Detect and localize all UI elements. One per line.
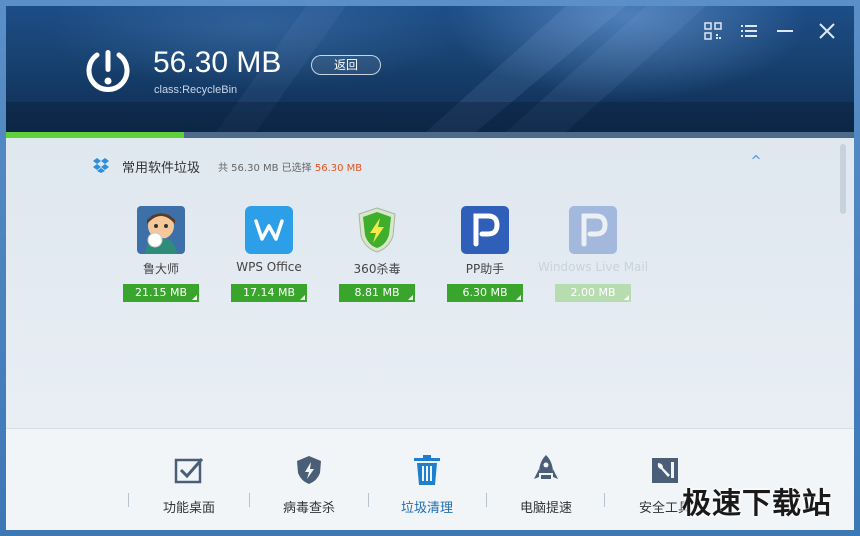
nav-separator	[604, 493, 605, 507]
nav-junk-clean[interactable]: 垃圾清理	[368, 453, 486, 523]
category-selected-size: 56.30 MB	[314, 163, 363, 174]
app-item-windows-live-mail[interactable]: Windows Live Mail 2.00 MB	[538, 206, 648, 310]
app-size-badge[interactable]: 2.00 MB	[555, 284, 631, 302]
nav-function-desktop[interactable]: 功能桌面	[130, 453, 248, 523]
app-name: 360杀毒	[353, 262, 401, 276]
app-name: Windows Live Mail	[538, 260, 649, 274]
app-size-badge[interactable]: 17.14 MB	[231, 284, 307, 302]
menu-icon[interactable]	[738, 20, 760, 42]
minimize-icon[interactable]	[774, 20, 796, 42]
tools-icon	[652, 458, 678, 483]
header-banner: 56.30 MB 返回 class:RecycleBin	[6, 6, 854, 132]
category-total: 共 56.30 MB 已选择	[218, 163, 312, 174]
qr-code-icon[interactable]	[702, 20, 724, 42]
checkbox-icon	[174, 458, 204, 484]
360-antivirus-shield-icon	[358, 207, 396, 253]
nav-label: 功能桌面	[162, 501, 215, 516]
nav-separator	[128, 493, 129, 507]
site-watermark: 极速下载站	[682, 486, 833, 520]
shield-icon	[297, 456, 321, 484]
collapse-chevron-icon[interactable]: ^	[748, 154, 764, 170]
app-size-badge[interactable]: 21.15 MB	[123, 284, 199, 302]
app-size-badge[interactable]: 8.81 MB	[339, 284, 415, 302]
nav-label: 垃圾清理	[400, 501, 453, 516]
power-icon	[86, 50, 130, 92]
nav-virus-scan[interactable]: 病毒查杀	[250, 453, 368, 523]
app-name: PP助手	[465, 262, 505, 276]
app-item-pp-assistant[interactable]: PP助手 6.30 MB	[430, 206, 540, 310]
ludashi-icon	[137, 206, 185, 254]
pp-assistant-icon	[461, 206, 509, 254]
app-name: 鲁大师	[142, 262, 179, 276]
back-button[interactable]: 返回	[311, 55, 381, 75]
nav-pc-speedup[interactable]: 电脑提速	[487, 453, 605, 523]
junk-list-panel: 常用软件垃圾 共 56.30 MB 已选择 56.30 MB ^ 鲁大师 21.…	[6, 138, 854, 428]
trash-icon	[414, 455, 440, 485]
app-item-wps-office[interactable]: WPS Office 17.14 MB	[214, 206, 324, 310]
wps-office-icon	[245, 206, 293, 254]
class-label: class:RecycleBin	[154, 84, 238, 96]
dropbox-icon	[93, 158, 109, 173]
nav-label: 电脑提速	[519, 501, 572, 516]
app-item-ludashi[interactable]: 鲁大师 21.15 MB	[106, 206, 216, 310]
app-size-badge[interactable]: 6.30 MB	[447, 284, 523, 302]
windows-live-mail-icon	[569, 206, 617, 254]
category-title: 常用软件垃圾	[122, 161, 201, 176]
close-icon[interactable]	[816, 20, 838, 42]
rocket-icon	[534, 455, 558, 479]
app-name: WPS Office	[236, 260, 302, 274]
scrollbar-thumb[interactable]	[840, 144, 846, 214]
junk-size-total: 56.30 MB	[153, 46, 282, 79]
app-window: 56.30 MB 返回 class:RecycleBin 常用软件垃圾 共 56…	[6, 6, 854, 530]
nav-label: 病毒查杀	[282, 501, 335, 516]
category-summary: 共 56.30 MB 已选择 56.30 MB	[218, 159, 362, 174]
app-item-360-antivirus[interactable]: 360杀毒 8.81 MB	[322, 206, 432, 310]
